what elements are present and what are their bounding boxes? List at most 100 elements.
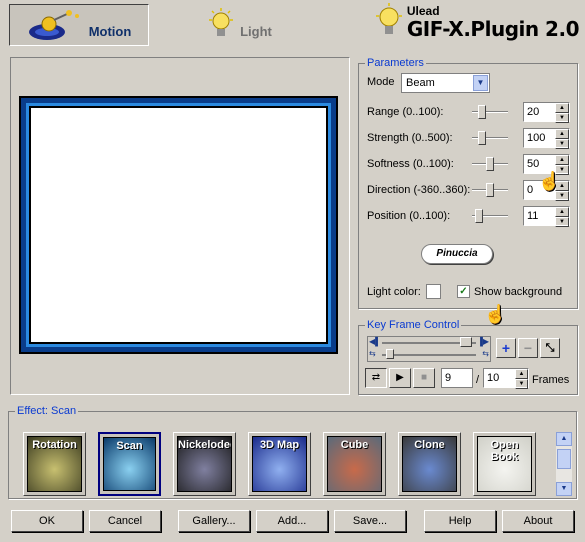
effect-thumb[interactable]: 3D Map bbox=[248, 432, 311, 496]
about-button[interactable]: About bbox=[502, 510, 574, 532]
param-spinner[interactable]: ▲▼ bbox=[523, 128, 570, 149]
keyframe-track[interactable]: ◀▌ ▐▶ ⇆ ⇆ bbox=[367, 336, 491, 362]
down-arrow-icon[interactable]: ▼ bbox=[555, 191, 569, 201]
ok-button[interactable]: OK bbox=[11, 510, 83, 532]
effect-preview: Cube bbox=[327, 436, 382, 492]
add-keyframe-button[interactable]: + bbox=[496, 338, 516, 358]
effect-label: Cube bbox=[340, 439, 369, 451]
current-frame-input[interactable] bbox=[442, 369, 472, 387]
effect-preview: Rotation bbox=[27, 436, 82, 492]
effect-preview: Scan bbox=[103, 437, 156, 491]
scroll-up-icon[interactable]: ▲ bbox=[556, 432, 572, 446]
show-background-label: Show background bbox=[474, 286, 563, 298]
slider-thumb[interactable] bbox=[486, 157, 494, 171]
effect-thumb[interactable]: Cube bbox=[323, 432, 386, 496]
param-slider[interactable] bbox=[472, 102, 508, 122]
tab-motion-label: Motion bbox=[88, 23, 132, 39]
effect-preview: Nickelodeon bbox=[177, 436, 232, 492]
author-badge: Pinuccia bbox=[421, 244, 493, 264]
light-color-label: Light color: bbox=[367, 286, 421, 298]
param-input[interactable] bbox=[524, 207, 555, 225]
reverse-keyframe-button[interactable]: ⤡ bbox=[540, 338, 560, 358]
light-color-swatch[interactable] bbox=[426, 284, 441, 299]
param-input[interactable] bbox=[524, 129, 555, 147]
keyframe-thumb-top[interactable] bbox=[460, 337, 472, 347]
down-arrow-icon[interactable]: ▼ bbox=[555, 139, 569, 149]
help-button[interactable]: Help bbox=[424, 510, 496, 532]
up-arrow-icon[interactable]: ▲ bbox=[555, 207, 569, 217]
param-label: Softness (0..100): bbox=[367, 158, 454, 170]
up-arrow-icon[interactable]: ▲ bbox=[555, 103, 569, 113]
show-background-checkbox[interactable]: ✓ bbox=[457, 285, 470, 298]
effect-label: Nickelodeon bbox=[178, 439, 231, 451]
slider-thumb[interactable] bbox=[475, 209, 483, 223]
slider-thumb[interactable] bbox=[486, 183, 494, 197]
tab-light[interactable]: Light bbox=[170, 4, 310, 46]
frame-separator: / bbox=[476, 374, 480, 386]
stop-button[interactable]: ■ bbox=[413, 368, 435, 388]
effect-thumb[interactable]: Nickelodeon bbox=[173, 432, 236, 496]
keyframe-thumb-bottom[interactable] bbox=[386, 349, 394, 359]
scroll-thumb[interactable] bbox=[557, 449, 571, 469]
remove-keyframe-button[interactable]: − bbox=[518, 338, 538, 358]
bulb-icon bbox=[209, 8, 234, 36]
scroll-down-icon[interactable]: ▼ bbox=[556, 482, 572, 496]
param-spinner[interactable]: ▲▼ bbox=[523, 102, 570, 123]
param-input[interactable] bbox=[524, 103, 555, 121]
brand-company: Ulead bbox=[406, 4, 440, 18]
loop-left-icon[interactable]: ⇆ bbox=[369, 349, 376, 358]
parameters-title: Parameters bbox=[365, 57, 426, 69]
pointing-hand-icon: ☝ bbox=[484, 304, 507, 324]
preview-canvas[interactable] bbox=[26, 103, 331, 347]
param-label: Direction (-360..360): bbox=[367, 184, 471, 196]
brand-product: GIF-X.Plugin 2.0 bbox=[406, 17, 580, 41]
down-arrow-icon[interactable]: ▼ bbox=[515, 379, 528, 389]
effect-thumb[interactable]: Rotation bbox=[23, 432, 86, 496]
cancel-button[interactable]: Cancel bbox=[89, 510, 161, 532]
param-slider[interactable] bbox=[472, 206, 508, 226]
slider-thumb[interactable] bbox=[478, 105, 486, 119]
loop-play-button[interactable]: ⇄ bbox=[365, 368, 387, 388]
gallery-button[interactable]: Gallery... bbox=[178, 510, 250, 532]
down-arrow-icon[interactable]: ▼ bbox=[555, 217, 569, 227]
start-marker-icon[interactable]: ◀▌ bbox=[369, 337, 381, 346]
total-frames-input[interactable] bbox=[484, 369, 515, 387]
effect-thumb[interactable]: Scan bbox=[98, 432, 161, 496]
up-arrow-icon[interactable]: ▲ bbox=[555, 155, 569, 165]
effect-thumb[interactable]: Clone bbox=[398, 432, 461, 496]
down-arrow-icon[interactable]: ▼ bbox=[555, 113, 569, 123]
preview-frame bbox=[19, 96, 338, 354]
loop-right-icon[interactable]: ⇆ bbox=[482, 349, 489, 358]
effect-thumb[interactable]: Open Book bbox=[473, 432, 536, 496]
up-arrow-icon[interactable]: ▲ bbox=[515, 369, 528, 379]
tab-motion[interactable]: Motion bbox=[9, 4, 149, 46]
param-slider[interactable] bbox=[472, 180, 508, 200]
frames-label: Frames bbox=[532, 374, 570, 386]
keyframe-title: Key Frame Control bbox=[365, 319, 462, 331]
mode-label: Mode bbox=[367, 76, 395, 88]
add-button[interactable]: Add... bbox=[256, 510, 328, 532]
play-button[interactable]: ▶ bbox=[389, 368, 411, 388]
slider-thumb[interactable] bbox=[478, 131, 486, 145]
end-marker-icon[interactable]: ▐▶ bbox=[477, 337, 489, 346]
tab-light-label: Light bbox=[240, 23, 272, 39]
effects-title: Effect: Scan bbox=[15, 405, 79, 417]
pointing-hand-icon: ☝ bbox=[538, 171, 561, 191]
param-slider[interactable] bbox=[472, 154, 508, 174]
param-label: Range (0..100): bbox=[367, 106, 444, 118]
motion-icon bbox=[28, 10, 79, 40]
save-button[interactable]: Save... bbox=[334, 510, 406, 532]
param-slider[interactable] bbox=[472, 128, 508, 148]
effect-label: Scan bbox=[116, 440, 143, 452]
header: Motion Light Ulead GIF-X.Plugin 2.0 bbox=[0, 0, 585, 48]
effects-scrollbar[interactable]: ▲ ▼ bbox=[556, 432, 572, 496]
up-arrow-icon[interactable]: ▲ bbox=[555, 129, 569, 139]
brand: Ulead GIF-X.Plugin 2.0 bbox=[375, 2, 580, 41]
effect-label: Clone bbox=[414, 439, 445, 451]
param-row: Strength (0..500): ▲▼ bbox=[367, 128, 572, 149]
total-frames-field[interactable]: ▲▼ bbox=[483, 368, 529, 389]
param-label: Position (0..100): bbox=[367, 210, 451, 222]
current-frame-field[interactable] bbox=[441, 368, 473, 388]
param-spinner[interactable]: ▲▼ bbox=[523, 206, 570, 227]
chevron-down-icon[interactable]: ▼ bbox=[473, 75, 488, 91]
